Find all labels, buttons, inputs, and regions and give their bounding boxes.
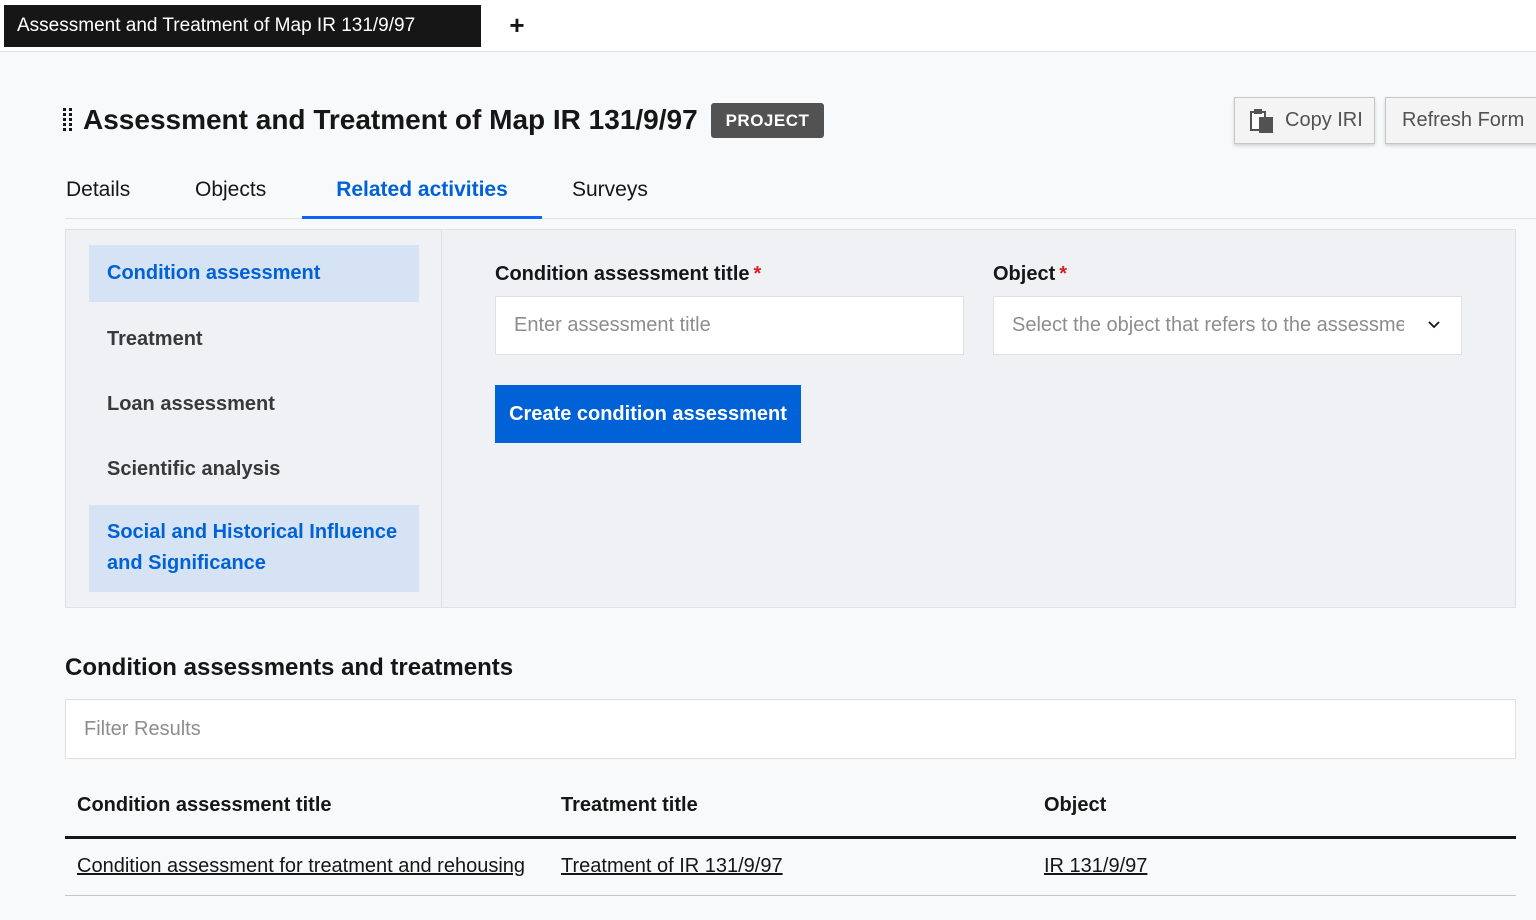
object-link[interactable]: IR 131/9/97 bbox=[1044, 855, 1147, 878]
chevron-down-icon bbox=[1428, 321, 1440, 329]
table-row: Condition assessment for treatment and r… bbox=[65, 839, 1516, 896]
plus-icon[interactable]: + bbox=[503, 9, 531, 41]
assessment-title-input[interactable] bbox=[495, 296, 964, 355]
tab-details[interactable]: Details bbox=[66, 168, 130, 219]
tab-related-activities[interactable]: Related activities bbox=[302, 168, 542, 219]
sidebar-item-loan-assessment[interactable]: Loan assessment bbox=[89, 389, 419, 419]
document-tab-active[interactable]: Assessment and Treatment of Map IR 131/9… bbox=[4, 5, 481, 47]
object-label: Object * bbox=[993, 263, 1067, 286]
related-activities-panel: Condition assessment Treatment Loan asse… bbox=[65, 229, 1516, 608]
activity-side-nav: Condition assessment Treatment Loan asse… bbox=[66, 230, 442, 607]
document-tab-bar: Assessment and Treatment of Map IR 131/9… bbox=[0, 0, 1536, 52]
page-title: Assessment and Treatment of Map IR 131/9… bbox=[83, 104, 698, 135]
object-select-placeholder: Select the object that refers to the ass… bbox=[1012, 314, 1404, 336]
table-header: Condition assessment title Treatment tit… bbox=[65, 780, 1516, 839]
sidebar-item-treatment[interactable]: Treatment bbox=[89, 324, 419, 354]
activity-tabs: Details Objects Related activities Surve… bbox=[65, 168, 1536, 219]
refresh-form-button[interactable]: Refresh Form bbox=[1385, 97, 1536, 144]
results-table: Condition assessment title Treatment tit… bbox=[65, 780, 1516, 896]
sidebar-item-condition-assessment[interactable]: Condition assessment bbox=[89, 245, 419, 302]
filter-results-input[interactable] bbox=[65, 699, 1516, 759]
object-label-text: Object bbox=[993, 263, 1056, 285]
column-header-assessment[interactable]: Condition assessment title bbox=[77, 794, 332, 817]
project-badge: PROJECT bbox=[711, 103, 824, 138]
create-condition-assessment-button[interactable]: Create condition assessment bbox=[495, 385, 801, 443]
tab-objects[interactable]: Objects bbox=[195, 168, 266, 219]
copy-iri-button[interactable]: Copy IRI bbox=[1234, 97, 1375, 144]
drag-handle-icon[interactable] bbox=[63, 108, 75, 132]
copy-icon bbox=[1250, 109, 1273, 133]
sidebar-item-scientific-analysis[interactable]: Scientific analysis bbox=[89, 454, 419, 484]
required-mark: * bbox=[1059, 263, 1068, 285]
treatment-link[interactable]: Treatment of IR 131/9/97 bbox=[561, 855, 783, 878]
column-header-treatment[interactable]: Treatment title bbox=[561, 794, 698, 817]
tab-surveys[interactable]: Surveys bbox=[572, 168, 648, 219]
assessment-title-label-text: Condition assessment title bbox=[495, 263, 750, 285]
assessment-link[interactable]: Condition assessment for treatment and r… bbox=[77, 855, 525, 878]
column-header-object[interactable]: Object bbox=[1044, 794, 1106, 817]
assessment-title-label: Condition assessment title * bbox=[495, 263, 761, 286]
results-heading: Condition assessments and treatments bbox=[65, 654, 514, 681]
sidebar-item-social-historical-significance[interactable]: Social and Historical Influence and Sign… bbox=[89, 505, 419, 592]
required-mark: * bbox=[753, 263, 762, 285]
refresh-form-label: Refresh Form bbox=[1402, 109, 1525, 131]
object-select[interactable]: Select the object that refers to the ass… bbox=[993, 296, 1462, 355]
copy-iri-label: Copy IRI bbox=[1285, 109, 1363, 131]
